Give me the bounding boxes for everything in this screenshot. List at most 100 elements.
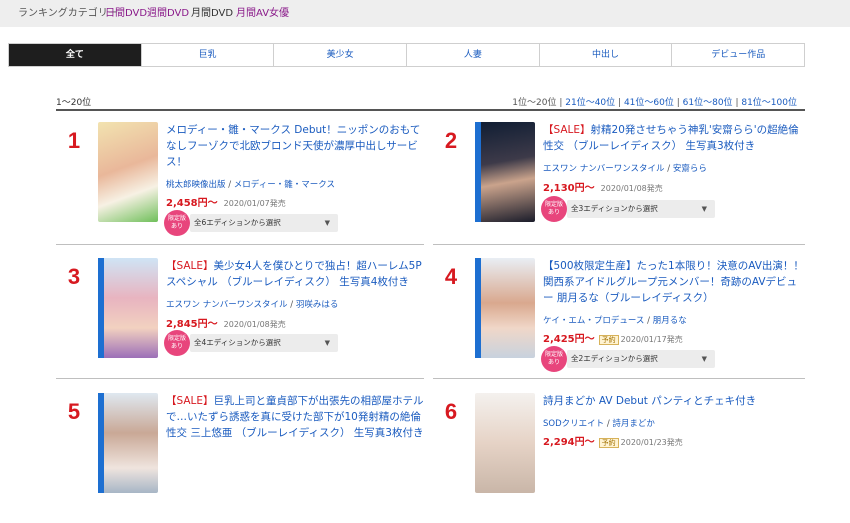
maker-link[interactable]: ケイ・エム・プロデュース — [543, 316, 644, 326]
product-meta: エスワン ナンバーワンスタイル / 羽咲みはる — [166, 300, 339, 310]
ranking-item: 2 【SALE】射精20発させちゃう神乳'安齋らら'の超絶倫性交 （ブルーレイデ… — [433, 122, 805, 252]
bluray-spine — [98, 393, 104, 493]
rank-number: 4 — [444, 264, 458, 289]
tab-debut[interactable]: デビュー作品 — [671, 44, 805, 66]
price: 2,845円〜 — [166, 319, 218, 330]
range-page-3[interactable]: 41位〜60位 — [624, 98, 674, 108]
rank-number: 6 — [444, 399, 458, 424]
link-weekly-dvd[interactable]: 週間DVD — [147, 0, 189, 27]
range-sep: | — [559, 98, 563, 108]
limited-edition-badge: 限定版 あり — [164, 330, 190, 356]
row-divider — [433, 244, 805, 245]
tab-big-breasts[interactable]: 巨乳 — [140, 44, 274, 66]
rank-range-bar: 1〜20位 1位〜20位 | 21位〜40位 | 41位〜60位 | 61位〜8… — [56, 95, 805, 111]
category-label: ランキングカテゴリー — [18, 8, 118, 19]
price-row: 2,425円〜 予約 2020/01/17発売 — [543, 330, 683, 345]
price-row: 2,458円〜 2020/01/07発売 — [166, 194, 286, 209]
actress-link[interactable]: メロディー・雛・マークス — [234, 180, 335, 190]
actress-link[interactable]: 羽咲みはる — [296, 300, 339, 310]
product-title[interactable]: 詩月まどか AV Debut パンティとチェキ付き — [543, 393, 805, 409]
price: 2,130円〜 — [543, 183, 595, 194]
price-row: 2,294円〜 予約 2020/01/23発売 — [543, 433, 683, 448]
ranking-item: 4 【500枚限定生産】たった1本限り！決意のAV出演！！ 関西系アイドルグルー… — [433, 258, 805, 388]
product-meta: エスワン ナンバーワンスタイル / 安齋らら — [543, 164, 707, 174]
range-page-5[interactable]: 81位〜100位 — [741, 98, 797, 108]
price: 2,425円〜 — [543, 334, 595, 345]
ranking-category-bar: ランキングカテゴリー 日間DVD 週間DVD 月間DVD 月間AV女優 — [0, 0, 850, 27]
edition-select-label: 全4エディションから選択 — [194, 338, 281, 347]
row-divider — [433, 378, 805, 379]
product-thumbnail[interactable] — [98, 258, 158, 358]
tab-all[interactable]: 全て — [9, 44, 141, 66]
range-page-1: 1位〜20位 — [512, 98, 557, 108]
chevron-down-icon: ▼ — [701, 205, 707, 213]
edition-select[interactable]: 全2エディションから選択 ▼ — [567, 350, 715, 368]
preorder-badge: 予約 — [598, 335, 619, 345]
product-thumbnail[interactable] — [475, 122, 535, 222]
product-title[interactable]: 【SALE】美少女4人を僕ひとりで独占！超ハーレム5Pスペシャル （ブルーレイデ… — [166, 258, 428, 290]
edition-select-label: 全6エディションから選択 — [194, 218, 281, 227]
maker-link[interactable]: 桃太郎映像出版 — [166, 180, 226, 190]
limited-edition-badge: 限定版 あり — [164, 210, 190, 236]
rank-number: 2 — [444, 128, 458, 153]
product-meta: SODクリエイト / 詩月まどか — [543, 419, 655, 429]
range-page-2[interactable]: 21位〜40位 — [565, 98, 615, 108]
product-title[interactable]: 【SALE】射精20発させちゃう神乳'安齋らら'の超絶倫性交 （ブルーレイディス… — [543, 122, 805, 154]
product-title[interactable]: 【SALE】巨乳上司と童貞部下が出張先の相部屋ホテルで…いたずら誘惑を真に受けた… — [166, 393, 428, 441]
bluray-spine — [475, 122, 481, 222]
product-meta: 桃太郎映像出版 / メロディー・雛・マークス — [166, 180, 335, 190]
sale-tag: 【SALE】 — [166, 260, 214, 272]
product-thumbnail[interactable] — [98, 393, 158, 493]
bluray-spine — [98, 258, 104, 358]
current-range: 1〜20位 — [56, 98, 92, 108]
price-row: 2,845円〜 2020/01/08発売 — [166, 315, 286, 330]
tab-creampie[interactable]: 中出し — [538, 44, 672, 66]
link-monthly-actress[interactable]: 月間AV女優 — [236, 0, 289, 27]
range-page-4[interactable]: 61位〜80位 — [683, 98, 733, 108]
rank-number: 1 — [67, 128, 81, 153]
maker-link[interactable]: SODクリエイト — [543, 419, 604, 429]
actress-link[interactable]: 詩月まどか — [612, 419, 655, 429]
chevron-down-icon: ▼ — [324, 339, 330, 347]
ranking-item: 5 【SALE】巨乳上司と童貞部下が出張先の相部屋ホテルで…いたずら誘惑を真に受… — [56, 393, 428, 523]
chevron-down-icon: ▼ — [701, 355, 707, 363]
tab-pretty-girl[interactable]: 美少女 — [273, 44, 407, 66]
row-divider — [56, 378, 424, 379]
product-thumbnail[interactable] — [475, 258, 535, 358]
ranking-item: 3 【SALE】美少女4人を僕ひとりで独占！超ハーレム5Pスペシャル （ブルーレ… — [56, 258, 428, 388]
ranking-item: 1 メロディー・雛・マークス Debut！ニッポンのおもてなしフーゾクで北欧ブロ… — [56, 122, 428, 252]
range-pagination: 1位〜20位 | 21位〜40位 | 41位〜60位 | 61位〜80位 | 8… — [512, 95, 797, 108]
product-thumbnail[interactable] — [475, 393, 535, 493]
limited-edition-badge: 限定版 あり — [541, 346, 567, 372]
release-date: 2020/01/08発売 — [223, 320, 286, 329]
limited-edition-badge: 限定版 あり — [541, 196, 567, 222]
product-title-text: メロディー・雛・マークス Debut！ニッポンのおもてなしフーゾクで北欧ブロンド… — [166, 124, 421, 168]
release-date: 2020/01/23発売 — [620, 438, 683, 447]
edition-select[interactable]: 全4エディションから選択 ▼ — [190, 334, 338, 352]
edition-select-label: 全3エディションから選択 — [571, 204, 658, 213]
release-date: 2020/01/17発売 — [620, 335, 683, 344]
rank-number: 3 — [67, 264, 81, 289]
range-sep: | — [676, 98, 680, 108]
row-divider — [56, 244, 424, 245]
edition-select[interactable]: 全3エディションから選択 ▼ — [567, 200, 715, 218]
genre-tabs: 全て 巨乳 美少女 人妻 中出し デビュー作品 — [8, 43, 805, 67]
actress-link[interactable]: 安齋らら — [673, 164, 707, 174]
product-title[interactable]: メロディー・雛・マークス Debut！ニッポンのおもてなしフーゾクで北欧ブロンド… — [166, 122, 428, 170]
maker-link[interactable]: エスワン ナンバーワンスタイル — [543, 164, 665, 174]
maker-link[interactable]: エスワン ナンバーワンスタイル — [166, 300, 288, 310]
product-thumbnail[interactable] — [98, 122, 158, 222]
edition-select[interactable]: 全6エディションから選択 ▼ — [190, 214, 338, 232]
actress-link[interactable]: 朋月るな — [653, 316, 687, 326]
range-sep: | — [735, 98, 739, 108]
product-meta: ケイ・エム・プロデュース / 朋月るな — [543, 316, 687, 326]
link-monthly-dvd[interactable]: 月間DVD — [191, 0, 233, 27]
ranking-item: 6 詩月まどか AV Debut パンティとチェキ付き SODクリエイト / 詩… — [433, 393, 805, 523]
link-daily-dvd[interactable]: 日間DVD — [105, 0, 147, 27]
product-title[interactable]: 【500枚限定生産】たった1本限り！決意のAV出演！！ 関西系アイドルグループ元… — [543, 258, 805, 306]
release-date: 2020/01/08発売 — [600, 184, 663, 193]
tab-married[interactable]: 人妻 — [406, 44, 539, 66]
preorder-badge: 予約 — [598, 438, 619, 448]
rank-number: 5 — [67, 399, 81, 424]
sale-tag: 【SALE】 — [543, 124, 591, 136]
